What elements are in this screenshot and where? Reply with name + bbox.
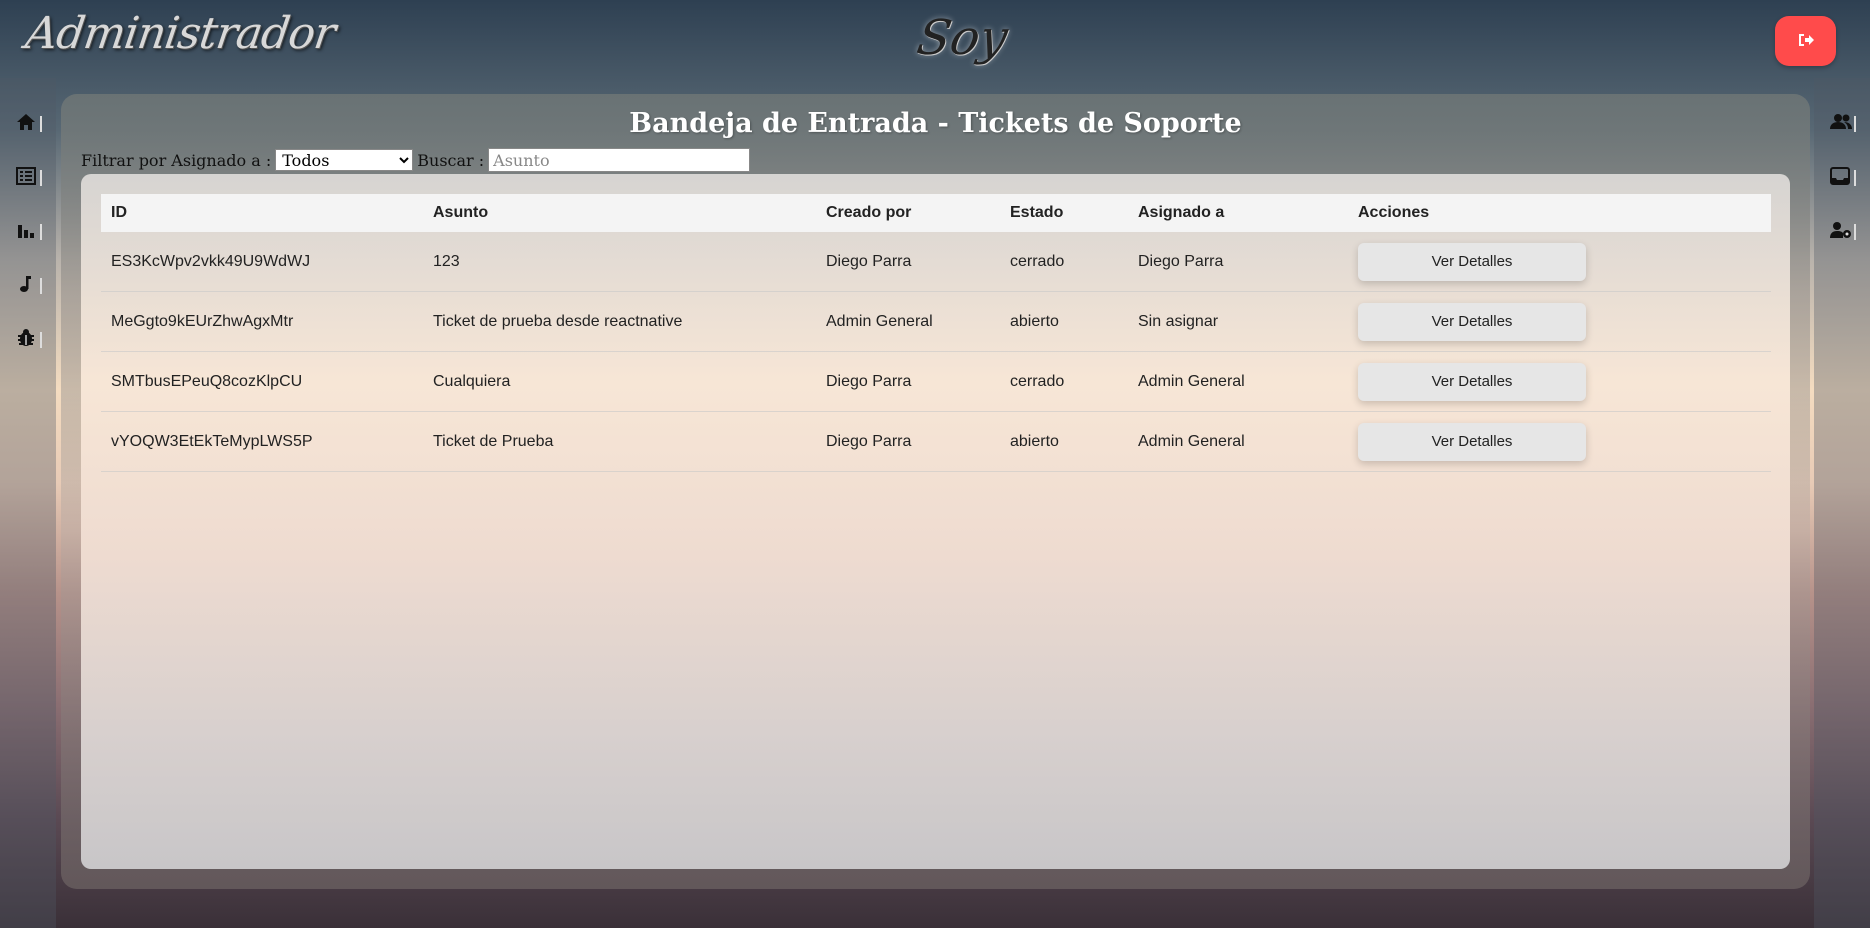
sign-out-icon — [1798, 33, 1814, 50]
brand-administrador: Administrador — [22, 8, 338, 59]
sidebar-item-stats[interactable] — [16, 218, 44, 246]
right-sidebar — [1814, 78, 1870, 928]
ticket-asignado-a: Diego Parra — [1128, 232, 1348, 292]
sidebar-item-user-settings[interactable] — [1830, 218, 1858, 246]
left-sidebar — [0, 78, 56, 928]
search-input[interactable] — [488, 148, 751, 172]
ticket-actions: Ver Detalles — [1348, 351, 1771, 412]
users-icon — [1830, 113, 1852, 136]
ticket-actions: Ver Detalles — [1348, 291, 1771, 352]
ticket-asunto: 123 — [423, 232, 816, 292]
column-header-asignado-a: Asignado a — [1138, 204, 1225, 221]
inbox-icon — [1830, 166, 1850, 190]
filter-bar: Filtrar por Asignado a : Todos Buscar : — [81, 146, 751, 174]
ticket-id: SMTbusEPeuQ8cozKlpCU — [101, 351, 423, 412]
column-header-estado: Estado — [1010, 204, 1064, 221]
ticket-asignado-a: Admin General — [1128, 411, 1348, 472]
table-row: ES3KcWpv2vkk49U9WdWJ 123 Diego Parra cer… — [101, 232, 1771, 292]
ticket-asunto: Cualquiera — [423, 351, 816, 412]
ver-detalles-button[interactable]: Ver Detalles — [1358, 422, 1586, 461]
column-header-creado-por: Creado por — [826, 204, 912, 221]
ticket-creado-por: Diego Parra — [816, 232, 1000, 292]
ticket-creado-por: Admin General — [816, 291, 1000, 352]
column-header-asunto: Asunto — [433, 204, 489, 221]
sidebar-item-users[interactable] — [1830, 110, 1858, 138]
tickets-table: ID Asunto Creado por Estado Asignado a A… — [101, 194, 1771, 472]
logout-button[interactable] — [1775, 16, 1836, 66]
table-header-row: ID Asunto Creado por Estado Asignado a A… — [101, 194, 1771, 232]
sidebar-item-list[interactable] — [16, 164, 44, 192]
ticket-asignado-a: Admin General — [1128, 351, 1348, 412]
brand-logo: Soy — [913, 10, 1012, 66]
sidebar-item-bugs[interactable] — [16, 326, 44, 354]
tickets-table-card: ID Asunto Creado por Estado Asignado a A… — [81, 174, 1790, 869]
ticket-creado-por: Diego Parra — [816, 411, 1000, 472]
ver-detalles-button[interactable]: Ver Detalles — [1358, 362, 1586, 401]
home-icon — [16, 113, 36, 136]
list-icon — [16, 166, 36, 190]
assignee-filter-select[interactable]: Todos — [275, 149, 414, 171]
filter-label: Filtrar por Asignado a : — [81, 150, 272, 170]
top-bar: Administrador Soy — [0, 0, 1870, 78]
ticket-id: ES3KcWpv2vkk49U9WdWJ — [101, 232, 423, 292]
ticket-estado: abierto — [1000, 411, 1128, 472]
sidebar-item-home[interactable] — [16, 110, 44, 138]
table-row: SMTbusEPeuQ8cozKlpCU Cualquiera Diego Pa… — [101, 351, 1771, 412]
ticket-asignado-a: Sin asignar — [1128, 291, 1348, 352]
music-icon — [16, 275, 36, 298]
ticket-asunto: Ticket de Prueba — [423, 411, 816, 472]
table-row: MeGgto9kEUrZhwAgxMtr Ticket de prueba de… — [101, 291, 1771, 352]
table-row: vYOQW3EtEkTeMypLWS5P Ticket de Prueba Di… — [101, 411, 1771, 472]
ticket-id: MeGgto9kEUrZhwAgxMtr — [101, 291, 423, 352]
ticket-estado: cerrado — [1000, 351, 1128, 412]
column-header-id: ID — [111, 204, 127, 221]
bar-chart-icon — [16, 221, 36, 244]
sidebar-item-music[interactable] — [16, 272, 44, 300]
column-header-acciones: Acciones — [1358, 204, 1430, 221]
ticket-estado: cerrado — [1000, 232, 1128, 292]
ver-detalles-button[interactable]: Ver Detalles — [1358, 242, 1586, 281]
ticket-asunto: Ticket de prueba desde reactnative — [423, 291, 816, 352]
user-gear-icon — [1830, 221, 1852, 244]
ticket-estado: abierto — [1000, 291, 1128, 352]
page-title: Bandeja de Entrada - Tickets de Soporte — [629, 108, 1242, 139]
sidebar-item-inbox[interactable] — [1830, 164, 1858, 192]
ticket-creado-por: Diego Parra — [816, 351, 1000, 412]
search-label: Buscar : — [417, 150, 485, 170]
ver-detalles-button[interactable]: Ver Detalles — [1358, 302, 1586, 341]
ticket-actions: Ver Detalles — [1348, 411, 1771, 472]
ticket-actions: Ver Detalles — [1348, 232, 1771, 292]
bug-icon — [16, 328, 36, 352]
ticket-id: vYOQW3EtEkTeMypLWS5P — [101, 411, 423, 472]
